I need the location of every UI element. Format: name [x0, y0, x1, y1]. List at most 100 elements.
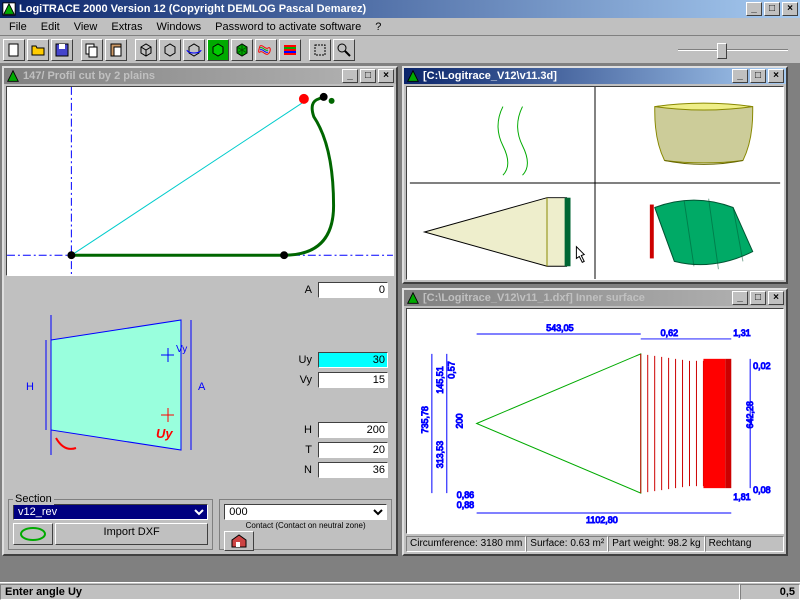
- select-button[interactable]: [309, 39, 331, 61]
- app-title: LogiTRACE 2000 Version 12 (Copyright DEM…: [19, 3, 366, 15]
- dxf-titlebar[interactable]: [C:\Logitrace_V12\v11_1.dxf] Inner surfa…: [404, 290, 786, 306]
- contact-label: Contact (Contact on neutral zone): [224, 521, 387, 530]
- main-titlebar: LogiTRACE 2000 Version 12 (Copyright DEM…: [0, 0, 800, 18]
- label-Vy: Vy: [300, 374, 312, 386]
- import-dxf-button[interactable]: Import DXF: [55, 523, 208, 545]
- param-diagram: H A Vy Uy: [6, 280, 221, 500]
- contact-icon-button[interactable]: [224, 531, 254, 551]
- menu-extras[interactable]: Extras: [104, 19, 149, 35]
- dim-tr: 1,31: [733, 328, 750, 338]
- label-A: A: [305, 284, 312, 296]
- diagram-label-A: A: [198, 381, 206, 393]
- dxf-title: [C:\Logitrace_V12\v11_1.dxf] Inner surfa…: [423, 292, 645, 304]
- viewer3d-title: [C:\Logitrace_V12\v11.3d]: [423, 70, 557, 82]
- input-N[interactable]: [318, 462, 388, 478]
- maximize-button[interactable]: □: [764, 2, 780, 16]
- profile-min-button[interactable]: _: [342, 69, 358, 83]
- menubar: File Edit View Extras Windows Password t…: [0, 18, 800, 36]
- window-icon: [406, 69, 420, 83]
- info-weight: Part weight: 98.2 kg: [608, 536, 704, 552]
- mdi-area: 147/ Profil cut by 2 plains _ □ ×: [0, 64, 800, 582]
- section-combo[interactable]: v12_rev: [13, 504, 208, 520]
- dim-top1: 543,05: [546, 323, 573, 333]
- label-H: H: [304, 424, 312, 436]
- label-T: T: [305, 444, 312, 456]
- zoom-button[interactable]: [333, 39, 355, 61]
- status-hint: Enter angle Uy: [0, 584, 740, 600]
- house-icon: [229, 533, 249, 549]
- menu-windows[interactable]: Windows: [150, 19, 209, 35]
- dim-left3: 313,53: [435, 441, 445, 468]
- copy-button[interactable]: [81, 39, 103, 61]
- viewer3d-close-button[interactable]: ×: [768, 69, 784, 83]
- viewer3d-max-button[interactable]: □: [750, 69, 766, 83]
- dim-left1: 145,51: [435, 366, 445, 393]
- section-label: Section: [13, 493, 54, 505]
- profile-titlebar[interactable]: 147/ Profil cut by 2 plains _ □ ×: [4, 68, 396, 84]
- profile-canvas[interactable]: [6, 86, 394, 276]
- wireframe-button[interactable]: [135, 39, 157, 61]
- input-Uy[interactable]: [318, 352, 388, 368]
- viewer3d-min-button[interactable]: _: [732, 69, 748, 83]
- dxf-max-button[interactable]: □: [750, 291, 766, 305]
- input-T[interactable]: [318, 442, 388, 458]
- dxf-canvas[interactable]: 543,05 0,62 1,31 0,02 642,28 145,51 0,57…: [406, 308, 784, 534]
- texture1-button[interactable]: [255, 39, 277, 61]
- dxf-close-button[interactable]: ×: [768, 291, 784, 305]
- zoom-slider[interactable]: [678, 41, 788, 59]
- menu-password[interactable]: Password to activate software: [208, 19, 368, 35]
- cursor-icon: [576, 247, 584, 263]
- dim-br1: 1,81: [733, 492, 750, 502]
- viewer3d-canvas[interactable]: [406, 86, 784, 280]
- paste-button[interactable]: [105, 39, 127, 61]
- dxf-min-button[interactable]: _: [732, 291, 748, 305]
- shade-solid-button[interactable]: [231, 39, 253, 61]
- save-button[interactable]: [51, 39, 73, 61]
- dim-right: 642,28: [745, 401, 755, 428]
- menu-help[interactable]: ?: [368, 19, 388, 35]
- dim-top2: 0,62: [661, 328, 678, 338]
- statusbar: Enter angle Uy 0,5: [0, 582, 800, 600]
- window-icon: [406, 291, 420, 305]
- menu-file[interactable]: File: [2, 19, 34, 35]
- dim-left2: 735,78: [420, 406, 430, 433]
- menu-edit[interactable]: Edit: [34, 19, 67, 35]
- minimize-button[interactable]: _: [746, 2, 762, 16]
- dim-left1b: 0,57: [447, 361, 457, 378]
- open-button[interactable]: [27, 39, 49, 61]
- label-N: N: [304, 464, 312, 476]
- info-surface: Surface: 0.63 m²: [526, 536, 608, 552]
- diagram-label-Vy: Vy: [176, 344, 187, 355]
- profile-window: 147/ Profil cut by 2 plains _ □ ×: [2, 66, 398, 556]
- contact-combo[interactable]: 000: [224, 504, 387, 520]
- dxf-infobar: Circumference: 3180 mm Surface: 0.63 m² …: [406, 536, 784, 552]
- param-panel: A Uy Vy H T N: [222, 280, 394, 500]
- dim-bl1: 0,86: [457, 490, 474, 500]
- profile-close-button[interactable]: ×: [378, 69, 394, 83]
- menu-view[interactable]: View: [67, 19, 105, 35]
- shade-green-button[interactable]: [207, 39, 229, 61]
- input-Vy[interactable]: [318, 372, 388, 388]
- window-icon: [6, 69, 20, 83]
- wireframe2-button[interactable]: [159, 39, 181, 61]
- viewer3d-titlebar[interactable]: [C:\Logitrace_V12\v11.3d] _ □ ×: [404, 68, 786, 84]
- dim-left2b: 200: [455, 414, 465, 429]
- rotate-button[interactable]: [183, 39, 205, 61]
- close-button[interactable]: ×: [782, 2, 798, 16]
- texture2-button[interactable]: [279, 39, 301, 61]
- diagram-label-H: H: [26, 381, 34, 393]
- input-H[interactable]: [318, 422, 388, 438]
- input-A[interactable]: [318, 282, 388, 298]
- dim-r1: 0,02: [753, 361, 770, 371]
- preview-section-button[interactable]: [13, 523, 53, 545]
- info-circumference: Circumference: 3180 mm: [406, 536, 526, 552]
- dim-br2: 0,08: [753, 485, 770, 495]
- profile-title: 147/ Profil cut by 2 plains: [23, 70, 155, 82]
- preview-icon: [19, 526, 47, 542]
- new-button[interactable]: [3, 39, 25, 61]
- dim-bottom: 1102,80: [586, 515, 618, 525]
- section-group: Section v12_rev Import DXF: [8, 499, 213, 550]
- label-Uy: Uy: [299, 354, 312, 366]
- viewer3d-window: [C:\Logitrace_V12\v11.3d] _ □ ×: [402, 66, 788, 284]
- profile-max-button[interactable]: □: [360, 69, 376, 83]
